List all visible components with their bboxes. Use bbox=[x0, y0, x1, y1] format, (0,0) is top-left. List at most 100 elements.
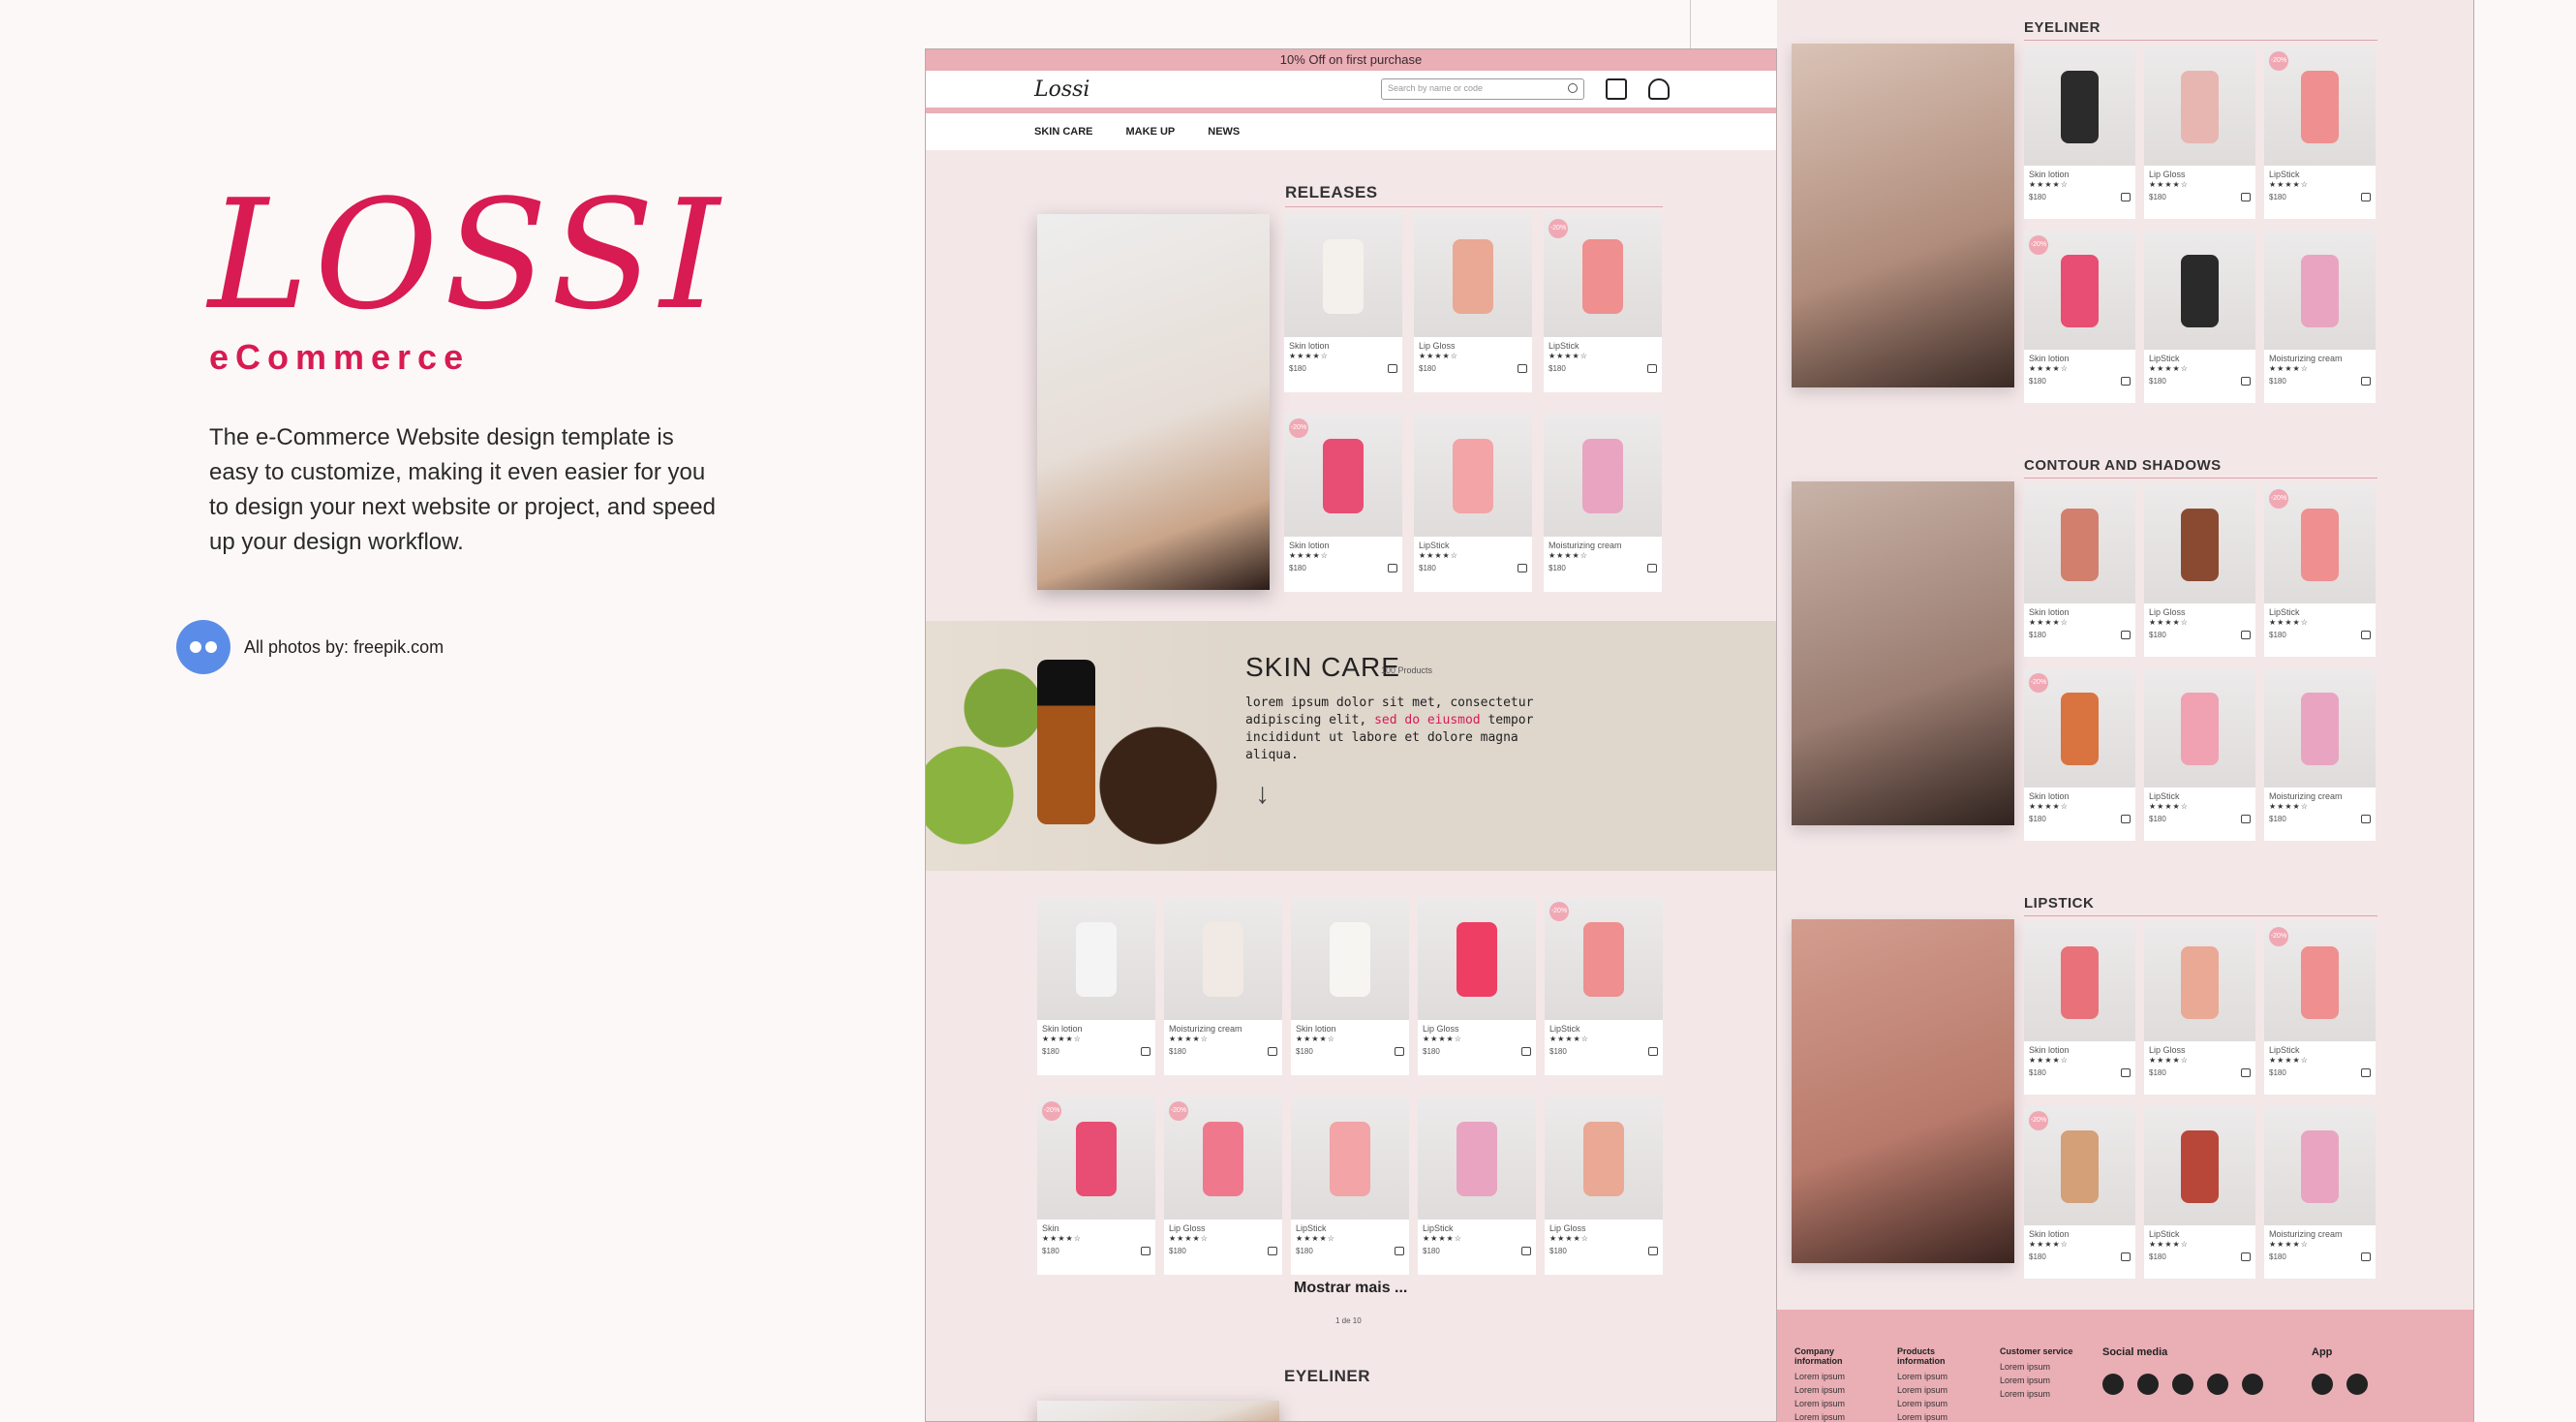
footer-link[interactable]: Lorem ipsum bbox=[1794, 1385, 1882, 1395]
add-to-cart-icon[interactable] bbox=[2121, 376, 2131, 386]
product-card[interactable]: Moisturizing cream ★★★★☆ $180 bbox=[1544, 414, 1662, 592]
product-image[interactable]: -20% bbox=[2264, 46, 2376, 166]
add-to-cart-icon[interactable] bbox=[2121, 630, 2131, 639]
footer-link[interactable]: Lorem ipsum bbox=[1897, 1385, 1984, 1395]
product-card[interactable]: Skin lotion ★★★★☆ $180 bbox=[2024, 484, 2135, 657]
show-more-button[interactable]: Mostrar mais ... bbox=[1294, 1280, 1407, 1297]
add-to-cart-icon[interactable] bbox=[1518, 563, 1527, 572]
product-card[interactable]: -20% Skin lotion ★★★★☆ $180 bbox=[2024, 1106, 2135, 1279]
product-image[interactable] bbox=[2264, 231, 2376, 350]
add-to-cart-icon[interactable] bbox=[1648, 1246, 1658, 1255]
product-card[interactable]: Skin lotion ★★★★☆ $180 bbox=[2024, 46, 2135, 219]
add-to-cart-icon[interactable] bbox=[2121, 192, 2131, 201]
product-image[interactable]: -20% bbox=[2024, 1106, 2135, 1225]
add-to-cart-icon[interactable] bbox=[1388, 563, 1397, 572]
product-card[interactable]: LipStick ★★★★☆ $180 bbox=[2144, 1106, 2255, 1279]
product-image[interactable] bbox=[1418, 1097, 1536, 1220]
product-card[interactable]: -20% Skin ★★★★☆ $180 bbox=[1037, 1097, 1155, 1275]
apple-icon[interactable] bbox=[2312, 1374, 2333, 1395]
add-to-cart-icon[interactable] bbox=[2121, 814, 2131, 823]
arrow-down-icon[interactable]: ↓ bbox=[1255, 778, 1270, 811]
add-to-cart-icon[interactable] bbox=[1648, 1046, 1658, 1056]
product-image[interactable]: -20% bbox=[1544, 214, 1662, 337]
product-card[interactable]: Skin lotion ★★★★☆ $180 bbox=[1037, 897, 1155, 1075]
product-card[interactable]: LipStick ★★★★☆ $180 bbox=[2144, 231, 2255, 403]
pinterest-icon[interactable] bbox=[2242, 1374, 2263, 1395]
product-card[interactable]: Moisturizing cream ★★★★☆ $180 bbox=[2264, 668, 2376, 841]
product-image[interactable]: -20% bbox=[2024, 231, 2135, 350]
product-image[interactable] bbox=[1544, 414, 1662, 537]
product-card[interactable]: -20% Skin lotion ★★★★☆ $180 bbox=[2024, 231, 2135, 403]
add-to-cart-icon[interactable] bbox=[1388, 363, 1397, 373]
product-image[interactable] bbox=[1414, 414, 1532, 537]
facebook-icon[interactable] bbox=[2102, 1374, 2124, 1395]
add-to-cart-icon[interactable] bbox=[1521, 1046, 1531, 1056]
shopping-bag-icon[interactable] bbox=[1606, 78, 1627, 100]
product-card[interactable]: -20% LipStick ★★★★☆ $180 bbox=[2264, 46, 2376, 219]
add-to-cart-icon[interactable] bbox=[1141, 1246, 1150, 1255]
product-image[interactable] bbox=[1291, 897, 1409, 1020]
add-to-cart-icon[interactable] bbox=[1518, 363, 1527, 373]
instagram-icon[interactable] bbox=[2137, 1374, 2159, 1395]
nav-news[interactable]: NEWS bbox=[1208, 126, 1240, 138]
product-image[interactable] bbox=[1545, 1097, 1663, 1220]
nav-make-up[interactable]: MAKE UP bbox=[1126, 126, 1176, 138]
product-image[interactable] bbox=[2144, 1106, 2255, 1225]
product-card[interactable]: LipStick ★★★★☆ $180 bbox=[1291, 1097, 1409, 1275]
footer-link[interactable]: Lorem ipsum bbox=[1897, 1399, 1984, 1408]
add-to-cart-icon[interactable] bbox=[1395, 1046, 1404, 1056]
product-card[interactable]: Lip Gloss ★★★★☆ $180 bbox=[2144, 922, 2255, 1095]
footer-link[interactable]: Lorem ipsum bbox=[2000, 1362, 2087, 1372]
product-card[interactable]: Lip Gloss ★★★★☆ $180 bbox=[1418, 897, 1536, 1075]
product-image[interactable]: -20% bbox=[1284, 414, 1402, 537]
footer-link[interactable]: Lorem ipsum bbox=[1897, 1372, 1984, 1381]
add-to-cart-icon[interactable] bbox=[2241, 376, 2251, 386]
product-image[interactable] bbox=[1164, 897, 1282, 1020]
product-card[interactable]: LipStick ★★★★☆ $180 bbox=[1418, 1097, 1536, 1275]
product-card[interactable]: Lip Gloss ★★★★☆ $180 bbox=[1414, 214, 1532, 392]
add-to-cart-icon[interactable] bbox=[1141, 1046, 1150, 1056]
footer-link[interactable]: Lorem ipsum bbox=[2000, 1389, 2087, 1399]
add-to-cart-icon[interactable] bbox=[1521, 1246, 1531, 1255]
add-to-cart-icon[interactable] bbox=[2241, 192, 2251, 201]
product-image[interactable]: -20% bbox=[1545, 897, 1663, 1020]
product-image[interactable] bbox=[2144, 484, 2255, 603]
add-to-cart-icon[interactable] bbox=[1395, 1246, 1404, 1255]
add-to-cart-icon[interactable] bbox=[1647, 363, 1657, 373]
product-image[interactable] bbox=[2024, 46, 2135, 166]
snapchat-icon[interactable] bbox=[2207, 1374, 2228, 1395]
add-to-cart-icon[interactable] bbox=[1268, 1046, 1277, 1056]
product-image[interactable] bbox=[2144, 922, 2255, 1041]
product-card[interactable]: -20% LipStick ★★★★☆ $180 bbox=[2264, 922, 2376, 1095]
product-image[interactable] bbox=[2264, 668, 2376, 788]
nav-skin-care[interactable]: SKIN CARE bbox=[1034, 126, 1093, 138]
add-to-cart-icon[interactable] bbox=[2361, 192, 2371, 201]
product-image[interactable]: -20% bbox=[2264, 922, 2376, 1041]
product-card[interactable]: Moisturizing cream ★★★★☆ $180 bbox=[1164, 897, 1282, 1075]
add-to-cart-icon[interactable] bbox=[2361, 814, 2371, 823]
user-icon[interactable] bbox=[1648, 78, 1670, 100]
product-card[interactable]: -20% LipStick ★★★★☆ $180 bbox=[2264, 484, 2376, 657]
product-card[interactable]: -20% Skin lotion ★★★★☆ $180 bbox=[1284, 414, 1402, 592]
product-card[interactable]: Lip Gloss ★★★★☆ $180 bbox=[2144, 46, 2255, 219]
add-to-cart-icon[interactable] bbox=[2241, 814, 2251, 823]
product-image[interactable]: -20% bbox=[1164, 1097, 1282, 1220]
product-card[interactable]: Lip Gloss ★★★★☆ $180 bbox=[1545, 1097, 1663, 1275]
product-card[interactable]: Moisturizing cream ★★★★☆ $180 bbox=[2264, 1106, 2376, 1279]
product-image[interactable] bbox=[1037, 897, 1155, 1020]
footer-link[interactable]: Lorem ipsum bbox=[1794, 1412, 1882, 1422]
product-image[interactable] bbox=[2024, 922, 2135, 1041]
product-image[interactable] bbox=[2024, 484, 2135, 603]
product-card[interactable]: Moisturizing cream ★★★★☆ $180 bbox=[2264, 231, 2376, 403]
add-to-cart-icon[interactable] bbox=[2241, 630, 2251, 639]
site-logo[interactable]: Lossi bbox=[1034, 77, 1089, 102]
add-to-cart-icon[interactable] bbox=[1647, 563, 1657, 572]
add-to-cart-icon[interactable] bbox=[2121, 1252, 2131, 1261]
product-image[interactable] bbox=[1284, 214, 1402, 337]
add-to-cart-icon[interactable] bbox=[2121, 1067, 2131, 1077]
add-to-cart-icon[interactable] bbox=[2361, 1067, 2371, 1077]
product-card[interactable]: -20% Lip Gloss ★★★★☆ $180 bbox=[1164, 1097, 1282, 1275]
add-to-cart-icon[interactable] bbox=[2361, 630, 2371, 639]
add-to-cart-icon[interactable] bbox=[2241, 1067, 2251, 1077]
youtube-icon[interactable] bbox=[2172, 1374, 2193, 1395]
